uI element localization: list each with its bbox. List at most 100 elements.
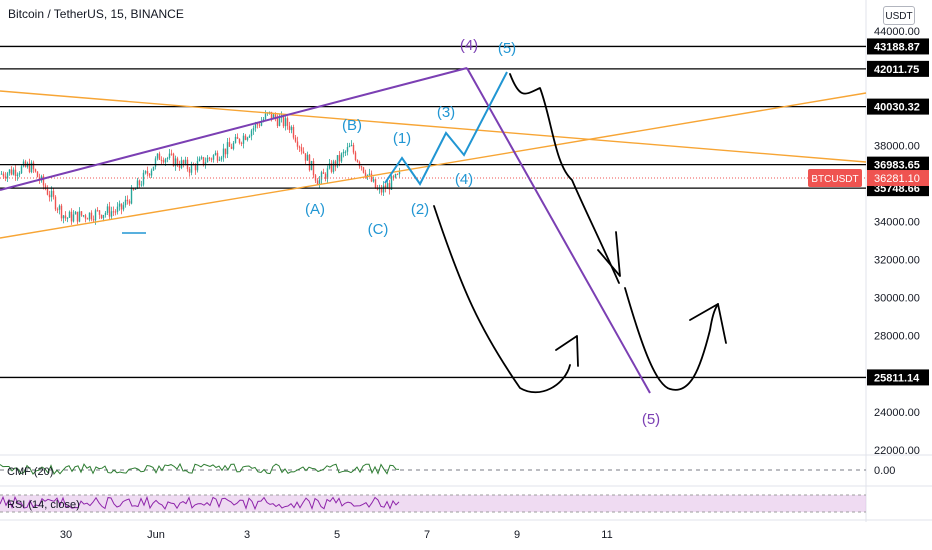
candle-body: [338, 155, 341, 162]
cmf-line: [0, 462, 400, 476]
time-tick-label: Jun: [147, 529, 165, 541]
candle-body: [126, 199, 129, 202]
candle-body: [50, 190, 53, 198]
candle-body: [252, 128, 255, 131]
candle-body: [162, 160, 165, 163]
candle-body: [84, 215, 87, 219]
candle-body: [4, 176, 7, 179]
wave-label-blue: (C): [368, 221, 389, 238]
candle-body: [104, 212, 107, 215]
candle-body: [218, 159, 221, 161]
symbol-tag-label: BTCUSDT: [811, 174, 858, 185]
candle-body: [238, 138, 241, 143]
candle-body: [130, 188, 133, 204]
candle-body: [160, 159, 163, 161]
candle-body: [392, 176, 395, 178]
candle-body: [0, 173, 3, 175]
candle-body: [76, 211, 79, 222]
candle-body: [300, 147, 303, 152]
candle-body: [124, 199, 127, 206]
current-price-tag-label: 36281.10: [874, 173, 920, 185]
price-tick-label: 24000.00: [874, 407, 920, 419]
candle-body: [182, 160, 185, 164]
candle-body: [200, 157, 203, 159]
candle-body: [288, 125, 291, 131]
rsi-label: RSI (14, close): [7, 499, 80, 511]
candle-body: [340, 153, 343, 162]
candle-body: [6, 173, 9, 179]
candle-body: [350, 144, 353, 146]
candle-body: [284, 118, 287, 127]
candle-body: [222, 148, 225, 158]
candle-body: [294, 137, 297, 142]
candle-body: [60, 205, 63, 219]
price-axis-group: 44000.0042000.0040000.0038000.0036000.00…: [808, 26, 929, 457]
orange-descending-line: [0, 90, 867, 163]
price-tick-label: 28000.00: [874, 331, 920, 343]
candle-body: [370, 173, 373, 182]
candle-body: [194, 165, 197, 171]
candle-body: [114, 211, 117, 213]
candle-body: [230, 146, 233, 149]
candle-body: [22, 161, 25, 167]
candle-body: [394, 174, 397, 178]
orange-ascending-line: [0, 92, 867, 239]
candle-body: [232, 142, 235, 149]
price-tick-label: 30000.00: [874, 293, 920, 305]
candle-body: [354, 152, 357, 161]
candle-body: [138, 180, 141, 186]
cmf-value-label: 0.00: [874, 465, 895, 477]
candle-body: [368, 173, 371, 175]
candle-body: [46, 188, 49, 195]
freehand-arrow: [555, 335, 579, 367]
candle-body: [310, 161, 313, 171]
candle-body: [276, 118, 279, 126]
candle-body: [142, 172, 145, 185]
candle-body: [326, 168, 329, 179]
candle-body: [148, 173, 151, 176]
candle-body: [158, 153, 161, 160]
candle-body: [380, 188, 383, 193]
candle-body: [98, 210, 101, 215]
candle-body: [202, 157, 205, 165]
candle-body: [212, 155, 215, 160]
candle-body: [304, 153, 307, 161]
candle-body: [396, 174, 399, 176]
cmf-label: CMF (20): [7, 466, 53, 478]
candle-body: [278, 117, 281, 126]
chart-canvas[interactable]: (1) (2) (3) (4) (5) (A) (B) (C) (4) (5) CMF (20) 0…: [0, 0, 932, 550]
candle-body: [110, 211, 113, 217]
candle-body: [128, 201, 131, 204]
candle-body: [184, 159, 187, 164]
candle-body: [216, 152, 219, 161]
candle-body: [206, 157, 209, 163]
candle-body: [312, 161, 315, 176]
level-price-tag-label: 43188.87: [874, 41, 920, 53]
candle-body: [208, 157, 211, 159]
candle-body: [352, 144, 355, 153]
candle-body: [72, 214, 75, 222]
freehand-arrow: [597, 231, 621, 277]
candle-body: [150, 170, 153, 176]
freehand-arrow: [433, 205, 571, 394]
candle-body: [54, 196, 57, 210]
candle-body: [96, 210, 99, 212]
candle-body: [226, 142, 229, 155]
candle-body: [86, 218, 89, 220]
candle-body: [302, 151, 305, 154]
time-tick-label: 7: [424, 529, 430, 541]
candle-body: [178, 165, 181, 168]
candle-body: [322, 172, 325, 174]
candle-body: [324, 173, 327, 179]
candle-body: [298, 146, 301, 148]
wave-label-blue: (3): [437, 104, 455, 121]
price-tick-label: 32000.00: [874, 255, 920, 267]
candle-body: [308, 154, 311, 171]
candle-body: [156, 153, 159, 159]
candle-body: [62, 215, 65, 219]
candle-body: [348, 145, 351, 148]
candle-body: [144, 171, 147, 173]
candle-body: [74, 211, 77, 215]
candle-body: [56, 209, 59, 211]
candle-body: [36, 171, 39, 178]
